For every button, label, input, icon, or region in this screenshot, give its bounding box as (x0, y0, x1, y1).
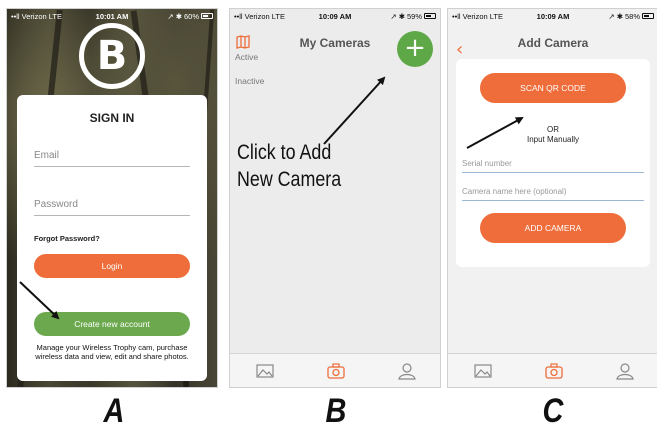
caption-a: A (103, 392, 125, 430)
create-account-button[interactable]: Create new account (34, 312, 190, 336)
back-chevron-icon[interactable]: ‹ (456, 39, 463, 60)
sign-in-card: SIGN IN Email Password Forgot Password? … (17, 95, 207, 381)
page-title: SIGN IN (89, 111, 135, 125)
password-field[interactable]: Password (34, 194, 190, 216)
camera-icon[interactable] (326, 362, 346, 380)
scan-qr-button[interactable]: SCAN QR CODE (480, 73, 626, 103)
battery-icon (424, 13, 436, 19)
password-placeholder: Password (34, 199, 78, 210)
caption-b: B (325, 392, 347, 430)
app-description: Manage your Wireless Trophy cam, purchas… (35, 343, 189, 362)
page-title: Add Camera (517, 36, 589, 50)
nav-bar: ‹ Add Camera (448, 23, 657, 63)
callout-line-1: Click to Add (237, 141, 332, 164)
status-bar: ••ll Verizon LTE 10:01 AM ↗ ✱ 60% (7, 9, 217, 23)
tab-bar (448, 353, 657, 387)
status-time: 10:01 AM (95, 11, 129, 21)
phone-screen-my-cameras: ••ll Verizon LTE 10:09 AM ↗ ✱ 59% My Cam… (229, 8, 441, 388)
section-inactive[interactable]: Inactive (235, 76, 264, 86)
add-camera-button[interactable]: ADD CAMERA (480, 213, 626, 243)
page-title: My Cameras (299, 36, 371, 50)
image-icon[interactable] (473, 362, 493, 380)
battery-icon (642, 13, 654, 19)
callout-line-2: New Camera (237, 168, 342, 192)
name-placeholder: Camera name here (optional) (462, 187, 567, 196)
callout-text: Click to Add New Camera (237, 139, 341, 194)
or-divider: OR Input Manually (456, 125, 650, 145)
serial-placeholder: Serial number (462, 159, 512, 168)
user-icon[interactable] (615, 362, 635, 380)
logo-letter: B (96, 33, 128, 79)
camera-icon[interactable] (544, 362, 564, 380)
add-camera-panel: SCAN QR CODE OR Input Manually Serial nu… (456, 59, 650, 267)
brand-logo: B (79, 23, 145, 89)
or-label: OR (547, 125, 559, 134)
input-manually-label: Input Manually (526, 135, 580, 144)
email-field[interactable]: Email (34, 145, 190, 167)
status-time: 10:09 AM (536, 11, 570, 21)
tab-bar (230, 353, 440, 387)
phone-screen-sign-in: ••ll Verizon LTE 10:01 AM ↗ ✱ 60% B SIGN… (6, 8, 218, 388)
add-camera-button[interactable]: + (397, 31, 433, 67)
caption-c: C (542, 392, 564, 430)
image-icon[interactable] (255, 362, 275, 380)
login-button[interactable]: Login (34, 254, 190, 278)
phone-screen-add-camera: ••ll Verizon LTE 10:09 AM ↗ ✱ 58% ‹ Add … (447, 8, 657, 388)
battery-icon (201, 13, 213, 19)
serial-number-field[interactable]: Serial number (462, 155, 644, 173)
user-icon[interactable] (397, 362, 417, 380)
forgot-password-link[interactable]: Forgot Password? (34, 234, 100, 243)
section-active[interactable]: Active (235, 52, 258, 62)
email-placeholder: Email (34, 150, 60, 161)
map-icon[interactable] (236, 35, 250, 49)
camera-name-field[interactable]: Camera name here (optional) (462, 183, 644, 201)
plus-icon: + (404, 33, 426, 63)
status-bar: ••ll Verizon LTE 10:09 AM ↗ ✱ 58% (448, 9, 657, 23)
status-time: 10:09 AM (318, 11, 352, 21)
status-bar: ••ll Verizon LTE 10:09 AM ↗ ✱ 59% (230, 9, 440, 23)
